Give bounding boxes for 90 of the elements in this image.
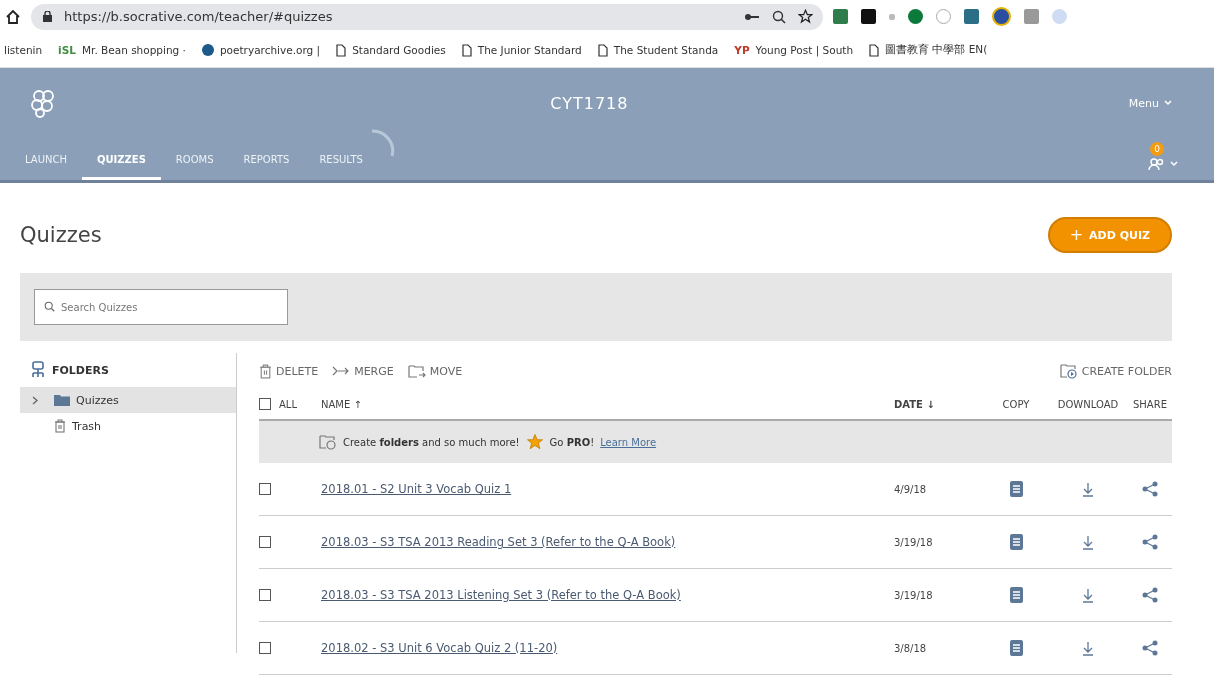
quiz-name-link[interactable]: 2018.01 - S2 Unit 3 Vocab Quiz 1 [321,482,894,496]
lock-icon [43,11,52,22]
room-name: CYT1718 [549,93,630,113]
site-logo: iSL [58,44,76,56]
date-cell-text: 3/8/18 [894,642,928,654]
key-icon[interactable] [744,11,760,22]
zoom-icon[interactable] [772,9,786,24]
search-field[interactable]: Search Quizzes [34,289,288,325]
bookmark-label: Young Post | South [755,44,854,56]
share-icon[interactable] [1142,587,1158,603]
download-icon[interactable] [1083,640,1093,656]
toolbar-action[interactable]: MOVE [407,364,463,378]
column-header: DOWNLOAD [1056,398,1120,410]
quiz-name-link[interactable]: 2018.03 - S3 TSA 2013 Listening Set 3 (Refer to the Q-A Book) [321,588,894,602]
extension-icon[interactable] [908,9,923,24]
page-icon [461,43,472,57]
download-icon[interactable] [1083,534,1093,550]
chevron-icon [1164,100,1172,106]
expand-icon[interactable] [32,395,39,405]
row-checkbox[interactable] [259,536,271,548]
learn-more-link[interactable]: Learn More [600,436,657,448]
bookmark-label: Mr. Bean shopping · [81,44,186,56]
star-icon[interactable] [798,9,813,24]
home-icon[interactable] [5,8,21,25]
select-all-checkbox[interactable] [259,398,271,410]
page-icon [869,43,880,57]
folder-icon [54,394,70,406]
copy-icon[interactable] [1009,481,1023,497]
trash-icon [54,419,66,433]
bookmark[interactable]: The Junior Standard [461,43,582,57]
bookmark-label: Standard Goodies [352,44,446,56]
promo-text: Create folders and so much more! [343,436,520,448]
quiz-name-link[interactable]: 2018.02 - S3 Unit 6 Vocab Quiz 2 (11-20) [321,641,894,655]
download-icon[interactable] [1083,481,1093,497]
search-icon [44,301,55,312]
address-bar[interactable]: https://b.socrative.com/teacher/#quizzes [31,3,823,30]
row-checkbox[interactable] [259,642,271,654]
notification-badge: 0 [1150,142,1164,156]
folder-item[interactable]: Quizzes [20,387,236,413]
share-icon[interactable] [1142,534,1158,550]
bookmark[interactable]: listenin [4,44,43,56]
folder-label: Quizzes [76,393,119,407]
row-checkbox[interactable] [259,483,271,495]
loading-spinner-icon [369,128,396,158]
column-header[interactable]: NAME ↑ [321,398,894,410]
folder-label: Trash [72,419,102,433]
bookmark-label: The Student Standa [613,44,719,56]
share-icon[interactable] [1142,640,1158,656]
chevron-icon [1170,161,1178,167]
copy-icon[interactable] [1009,534,1023,550]
bookmark[interactable]: The Student Standa [597,43,719,57]
folder-item[interactable]: Trash [20,413,236,439]
users-icon [1148,158,1166,170]
toolbar-action[interactable]: MERGE [332,364,394,378]
quiz-name-link[interactable]: 2018.03 - S3 TSA 2013 Reading Set 3 (Refer to the Q-A Book) [321,535,894,549]
page-title: Quizzes [20,223,102,247]
folder-add-icon [319,434,337,450]
all-label: ALL [279,398,297,410]
globe-icon [201,44,214,56]
copy-icon[interactable] [1009,587,1023,603]
site-logo: YP [734,44,750,56]
row-checkbox[interactable] [259,589,271,601]
date-cell-text: 3/19/18 [894,536,934,548]
column-header: SHARE [1132,398,1168,410]
date-cell-text: 4/9/18 [894,483,928,495]
bookmark[interactable]: Standard Goodies [336,43,446,57]
url-text: https://b.socrative.com/teacher/#quizzes [64,9,333,24]
star-icon [525,433,544,451]
copy-icon[interactable] [1009,640,1023,656]
folders-icon [30,361,46,379]
logo-icon[interactable] [30,88,56,118]
go-pro-text: Go PRO! [549,436,595,448]
page-icon [597,43,608,57]
toolbar-action[interactable]: DELETE [259,363,319,379]
column-header: COPY [1001,398,1031,410]
column-header[interactable]: DATE ↓ [894,398,984,410]
bookmark[interactable]: iSL Mr. Bean shopping · [58,44,186,56]
trash-icon [259,363,272,379]
merge-icon [332,366,351,376]
page-icon [336,43,347,57]
bookmark[interactable]: YP Young Post | South [734,44,854,56]
move-folder-icon [407,364,426,378]
folders-heading: FOLDERS [52,363,109,377]
create-folder-button[interactable]: CREATE FOLDER [1059,363,1172,379]
date-cell-text: 3/19/18 [894,589,934,601]
share-icon[interactable] [1142,481,1158,497]
bookmark-label: The Junior Standard [477,44,582,56]
folder-add-icon [1059,363,1078,379]
download-icon[interactable] [1083,587,1093,603]
extension-icon[interactable] [992,7,1011,26]
